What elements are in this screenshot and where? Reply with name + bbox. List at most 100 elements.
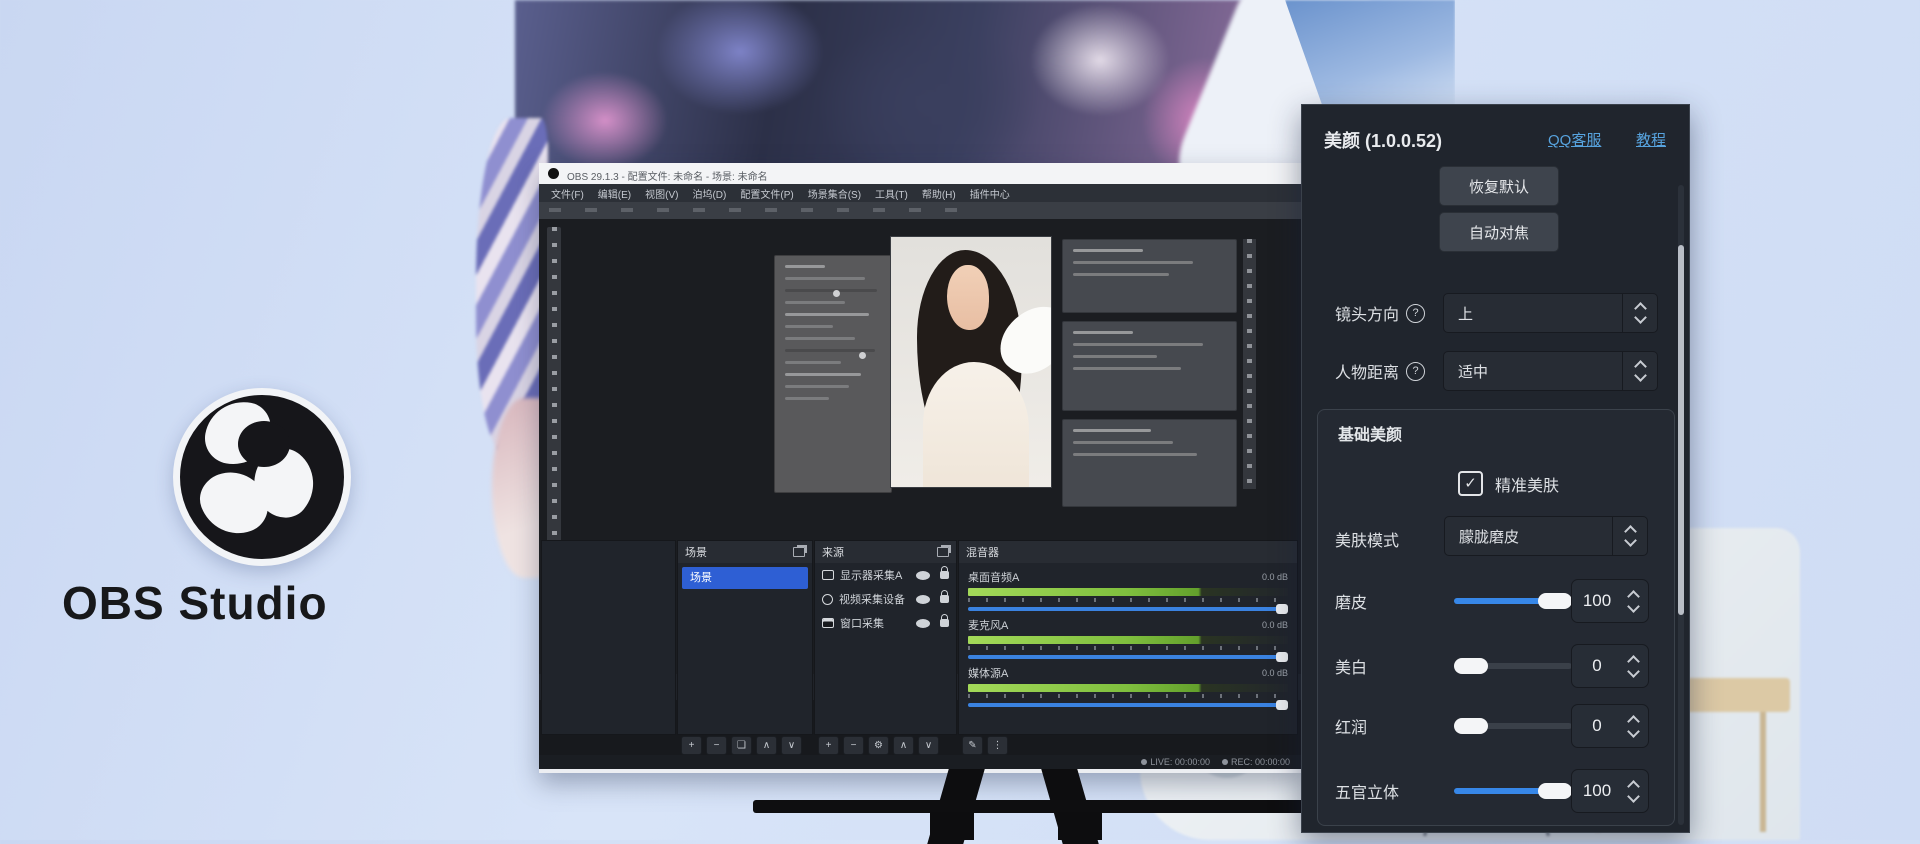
menu-item-docks[interactable]: 泊坞(D) [692,186,726,201]
stepper-chevrons-icon[interactable] [1622,657,1648,676]
volume-slider-handle[interactable] [1276,700,1288,710]
options-bar-marks [549,208,969,212]
menu-item-help[interactable]: 帮助(H) [922,186,956,201]
monitor-stand-foot [1058,812,1102,840]
menu-item-tools[interactable]: 工具(T) [875,186,908,201]
stepper-chevrons-icon[interactable] [1622,717,1648,736]
menu-item-view[interactable]: 视图(V) [645,186,678,201]
spinner-chevrons-icon[interactable] [1622,352,1657,390]
menu-item-profile[interactable]: 配置文件(P) [740,186,793,201]
rec-icon [1222,759,1228,765]
source-down-button[interactable]: ∨ [918,736,939,755]
smooth-skin-stepper[interactable]: 100 [1571,579,1649,623]
slider-handle[interactable] [1454,658,1488,674]
slider-handle[interactable] [1538,783,1572,799]
source-row[interactable]: 窗口采集 [815,611,956,635]
portrait-face [947,265,989,330]
scene-item-selected[interactable]: 场景 [682,567,808,589]
portrait-dress [923,362,1029,488]
subject-distance-select[interactable]: 适中 [1443,351,1658,391]
dock-popout-icon[interactable] [937,547,949,557]
capture-options-bar [539,202,1304,220]
stepper-chevrons-icon[interactable] [1622,782,1648,801]
mixer-options-button[interactable]: ✎ [962,736,983,755]
tutorial-link[interactable]: 教程 [1636,129,1666,150]
menu-item-plugin-center[interactable]: 插件中心 [970,186,1010,201]
menu-item-edit[interactable]: 编辑(E) [598,186,631,201]
lens-direction-select[interactable]: 上 [1443,293,1658,333]
scene-down-button[interactable]: ∨ [781,736,802,755]
face-contour-row: 五官立体 100 [1302,769,1689,813]
whitening-stepper[interactable]: 0 [1571,644,1649,688]
visibility-eye-icon[interactable] [916,619,930,628]
source-row[interactable]: 显示器采集A [815,563,956,587]
volume-slider[interactable] [968,607,1288,611]
sources-dock: 来源 显示器采集A 视频采集设备 窗口采集 [814,540,957,735]
live-status: LIVE: 00:00:00 [1141,757,1210,767]
source-name: 视频采集设备 [839,591,910,607]
menu-item-scene-collection[interactable]: 场景集合(S) [808,186,861,201]
mixer-channel: 麦克风A 0.0 dB [959,611,1297,659]
source-name: 窗口采集 [840,615,910,631]
obs-wordmark: OBS Studio [62,576,392,630]
stepper-chevrons-icon[interactable] [1622,592,1648,611]
mixer-dock: 混音器 桌面音频A 0.0 dB 麦克风A 0.0 dB 媒体源A 0.0 dB [958,540,1298,735]
precise-skin-checkbox[interactable]: ✓ [1458,471,1483,496]
beauty-panel-title: 美颜 (1.0.0.52) [1324,127,1442,153]
slider-handle[interactable] [1454,718,1488,734]
menu-item-file[interactable]: 文件(F) [551,186,584,201]
autofocus-button[interactable]: 自动对焦 [1439,212,1559,252]
background-room-photo [515,0,1265,172]
rosy-slider[interactable] [1454,723,1572,729]
help-icon[interactable]: ? [1406,362,1425,381]
help-icon[interactable]: ? [1406,304,1425,323]
source-row[interactable]: 视频采集设备 [815,587,956,611]
audio-meter [968,684,1288,692]
volume-slider-handle[interactable] [1276,652,1288,662]
lock-icon[interactable] [940,595,949,603]
face-contour-stepper[interactable]: 100 [1571,769,1649,813]
scenes-dock-header: 场景 [678,541,812,563]
mixer-dock-header: 混音器 [959,541,1297,563]
skin-mode-select[interactable]: 朦胧磨皮 [1444,516,1648,556]
panel-scrollbar-thumb[interactable] [1678,245,1684,615]
remove-source-button[interactable]: − [843,736,864,755]
restore-defaults-button[interactable]: 恢复默认 [1439,166,1559,206]
mixer-dock-title: 混音器 [966,544,999,560]
scene-up-button[interactable]: ∧ [756,736,777,755]
slider-handle[interactable] [1538,593,1572,609]
duplicate-scene-button[interactable]: ❏ [731,736,752,755]
spinner-chevrons-icon[interactable] [1612,517,1647,555]
add-scene-button[interactable]: + [681,736,702,755]
volume-slider-handle[interactable] [1276,604,1288,614]
mixer-menu-button[interactable]: ⋮ [987,736,1008,755]
volume-slider[interactable] [968,655,1288,659]
remove-scene-button[interactable]: − [706,736,727,755]
visibility-eye-icon[interactable] [916,595,930,604]
meter-ticks [968,694,1288,698]
source-up-button[interactable]: ∧ [893,736,914,755]
app-icon [548,168,559,179]
volume-slider[interactable] [968,703,1288,707]
spinner-chevrons-icon[interactable] [1622,294,1657,332]
dock-popout-icon[interactable] [793,547,805,557]
add-source-button[interactable]: + [818,736,839,755]
rosy-stepper[interactable]: 0 [1571,704,1649,748]
whitening-slider[interactable] [1454,663,1572,669]
source-name: 显示器采集A [840,567,910,583]
whitening-label: 美白 [1335,654,1367,678]
smooth-skin-slider[interactable] [1454,598,1572,604]
rosy-row: 红润 0 [1302,704,1689,748]
source-properties-button[interactable]: ⚙ [868,736,889,755]
mixer-channel: 媒体源A 0.0 dB [959,659,1297,707]
lock-icon[interactable] [940,571,949,579]
lock-icon[interactable] [940,619,949,627]
monitor-stand-foot [930,812,974,840]
skin-mode-value: 朦胧磨皮 [1445,526,1612,547]
qq-support-link[interactable]: QQ客服 [1548,129,1601,150]
face-contour-value: 100 [1572,781,1622,801]
smooth-skin-value: 100 [1572,591,1622,611]
visibility-eye-icon[interactable] [916,571,930,580]
face-contour-slider[interactable] [1454,788,1572,794]
subject-distance-label: 人物距离 ? [1335,359,1425,383]
